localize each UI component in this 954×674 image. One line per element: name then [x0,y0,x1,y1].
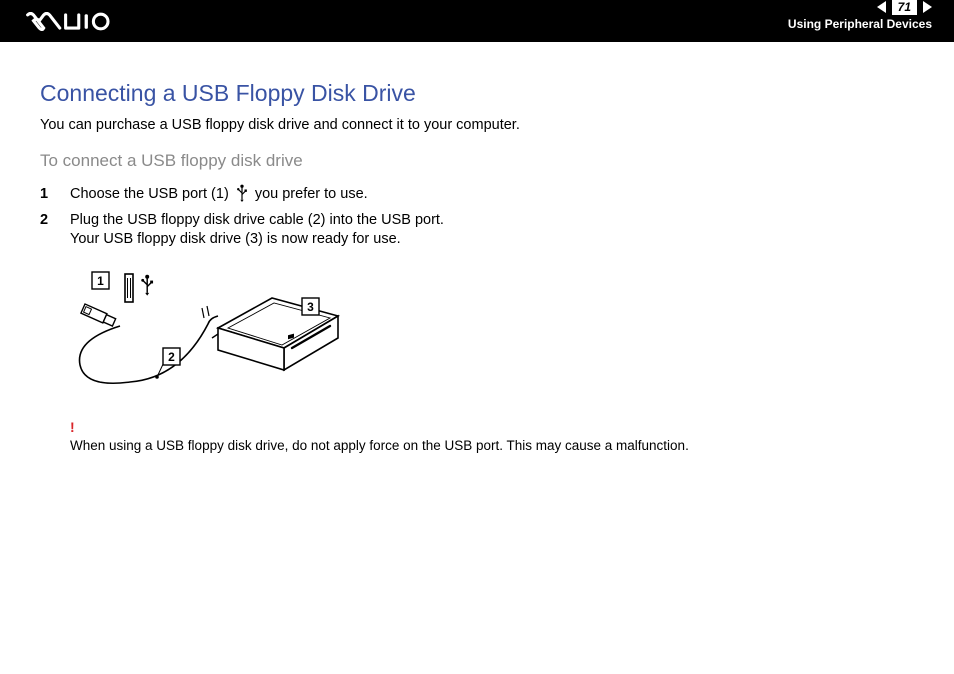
warning-text: When using a USB floppy disk drive, do n… [70,438,689,453]
page-number-badge: 71 [892,0,917,15]
header-right: 71 Using Peripheral Devices [788,11,932,31]
vaio-logo [22,12,118,31]
diagram-label-3: 3 [307,300,314,314]
step-line1: Plug the USB floppy disk drive cable (2)… [70,212,444,228]
steps-list: 1 Choose the USB port (1) you prefer to … [40,185,914,250]
warning-note: ! When using a USB floppy disk drive, do… [40,419,914,455]
page-content: Connecting a USB Floppy Disk Drive You c… [0,42,954,455]
step-number: 1 [40,185,52,205]
step-line2: Your USB floppy disk drive (3) is now re… [70,231,401,247]
section-label: Using Peripheral Devices [788,17,932,31]
intro-text: You can purchase a USB floppy disk drive… [40,117,914,133]
usb-icon [235,184,249,202]
diagram-label-1: 1 [97,274,104,288]
step-body: Choose the USB port (1) you prefer to us… [70,185,914,205]
subtitle: To connect a USB floppy disk drive [40,151,914,171]
step-2: 2 Plug the USB floppy disk drive cable (… [40,211,914,250]
next-page-arrow-icon[interactable] [923,1,932,13]
step-text-post: you prefer to use. [251,186,368,202]
step-1: 1 Choose the USB port (1) you prefer to … [40,185,914,205]
page-header: 71 Using Peripheral Devices [0,0,954,42]
step-number: 2 [40,211,52,231]
floppy-diagram: 1 2 [70,270,370,390]
page-nav: 71 [877,0,932,15]
page-title: Connecting a USB Floppy Disk Drive [40,80,914,107]
step-text-pre: Choose the USB port (1) [70,186,233,202]
prev-page-arrow-icon[interactable] [877,1,886,13]
warning-icon: ! [70,419,75,435]
diagram-label-2: 2 [168,350,175,364]
step-body: Plug the USB floppy disk drive cable (2)… [70,211,914,250]
